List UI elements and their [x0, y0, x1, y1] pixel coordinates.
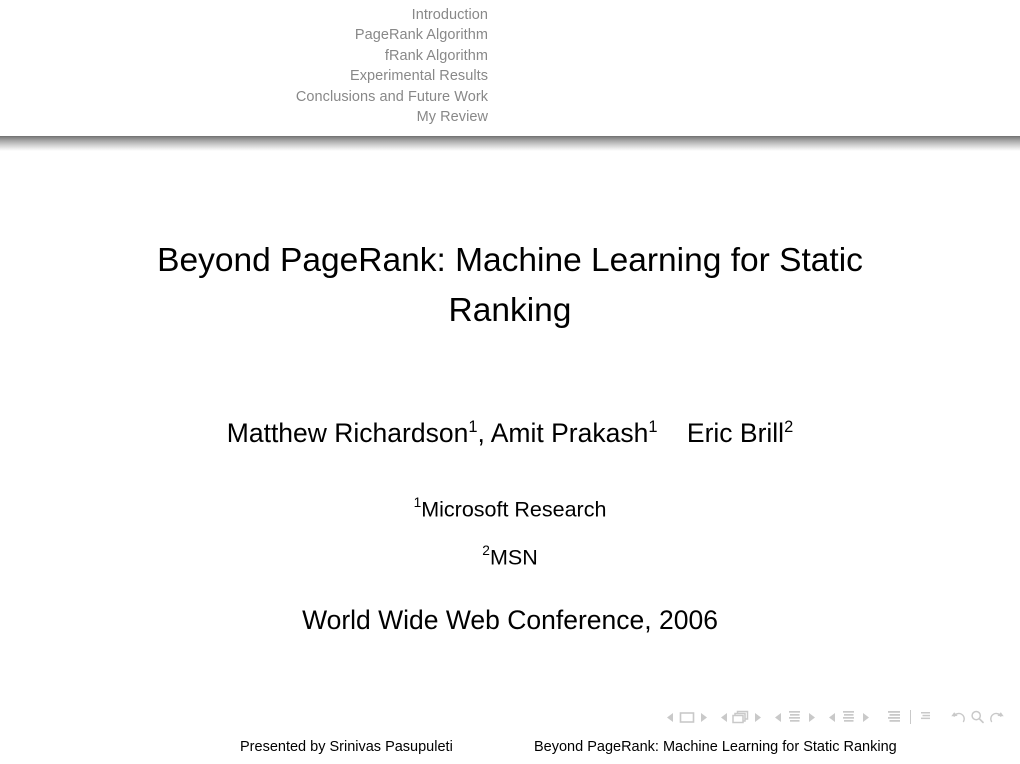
go-back-icon[interactable] — [949, 708, 968, 726]
header-nav-item-my-review[interactable]: My Review — [0, 107, 488, 127]
footer-presenter: Presented by Srinivas Pasupuleti — [240, 739, 453, 755]
affiliation-name-1: Microsoft Research — [421, 497, 607, 522]
document-icon[interactable] — [884, 708, 905, 726]
slide-icon[interactable] — [676, 708, 697, 726]
previous-subsection-icon[interactable] — [772, 708, 784, 726]
next-slide-icon[interactable] — [697, 708, 709, 726]
affiliation-2: 2MSN — [0, 537, 1020, 571]
page-title: Beyond PageRank: Machine Learning for St… — [157, 242, 863, 329]
author-gap — [657, 418, 686, 448]
footer-title: Beyond PageRank: Machine Learning for St… — [534, 739, 897, 755]
header-nav-item-conclusions-and-future-work[interactable]: Conclusions and Future Work — [0, 87, 488, 107]
search-icon[interactable] — [968, 708, 987, 726]
author-name-3: Eric Brill — [686, 418, 785, 449]
header-navigation: Introduction PageRank Algorithm fRank Al… — [0, 5, 488, 127]
slide-footer: Presented by Srinivas Pasupuleti Beyond … — [0, 739, 1020, 761]
document-navigation-group — [884, 708, 937, 726]
previous-frame-icon[interactable] — [718, 708, 730, 726]
frame-navigation-group — [718, 708, 763, 726]
history-navigation-group — [949, 708, 1006, 726]
section-navigation-group — [826, 708, 871, 726]
beamer-navigation-symbols — [664, 705, 1006, 729]
slide-header: Introduction PageRank Algorithm fRank Al… — [0, 0, 1020, 136]
affiliation-name-2: MSN — [489, 545, 538, 570]
frame-icon[interactable] — [730, 708, 751, 726]
go-forward-icon[interactable] — [987, 708, 1006, 726]
venue-line: World Wide Web Conference, 2006 — [302, 605, 718, 635]
subsection-navigation-group — [772, 708, 817, 726]
author-affiliation-marker-3: 2 — [784, 418, 794, 436]
author-separator-1: , — [477, 418, 491, 449]
navigation-separator — [910, 710, 911, 724]
previous-slide-icon[interactable] — [664, 708, 676, 726]
author-name-2: Amit Prakash — [490, 418, 649, 449]
affiliation-1: 1Microsoft Research — [0, 489, 1020, 523]
previous-section-icon[interactable] — [826, 708, 838, 726]
affiliation-marker-2: 2 — [482, 543, 490, 558]
subsection-icon[interactable] — [784, 708, 805, 726]
slide-navigation-group — [664, 708, 709, 726]
next-subsection-icon[interactable] — [805, 708, 817, 726]
header-nav-item-pagerank-algorithm[interactable]: PageRank Algorithm — [0, 25, 488, 45]
appendix-icon[interactable] — [916, 708, 937, 726]
author-name-1: Matthew Richardson — [226, 418, 469, 449]
next-frame-icon[interactable] — [751, 708, 763, 726]
header-nav-item-introduction[interactable]: Introduction — [0, 5, 488, 25]
section-icon[interactable] — [838, 708, 859, 726]
header-nav-item-frank-algorithm[interactable]: fRank Algorithm — [0, 46, 488, 66]
next-section-icon[interactable] — [859, 708, 871, 726]
author-line: Matthew Richardson1, Amit Prakash1 Eric … — [0, 410, 1020, 450]
header-nav-item-experimental-results[interactable]: Experimental Results — [0, 66, 488, 86]
header-separator-rule — [0, 136, 1020, 151]
title-block: Beyond PageRank: Machine Learning for St… — [0, 236, 1020, 336]
